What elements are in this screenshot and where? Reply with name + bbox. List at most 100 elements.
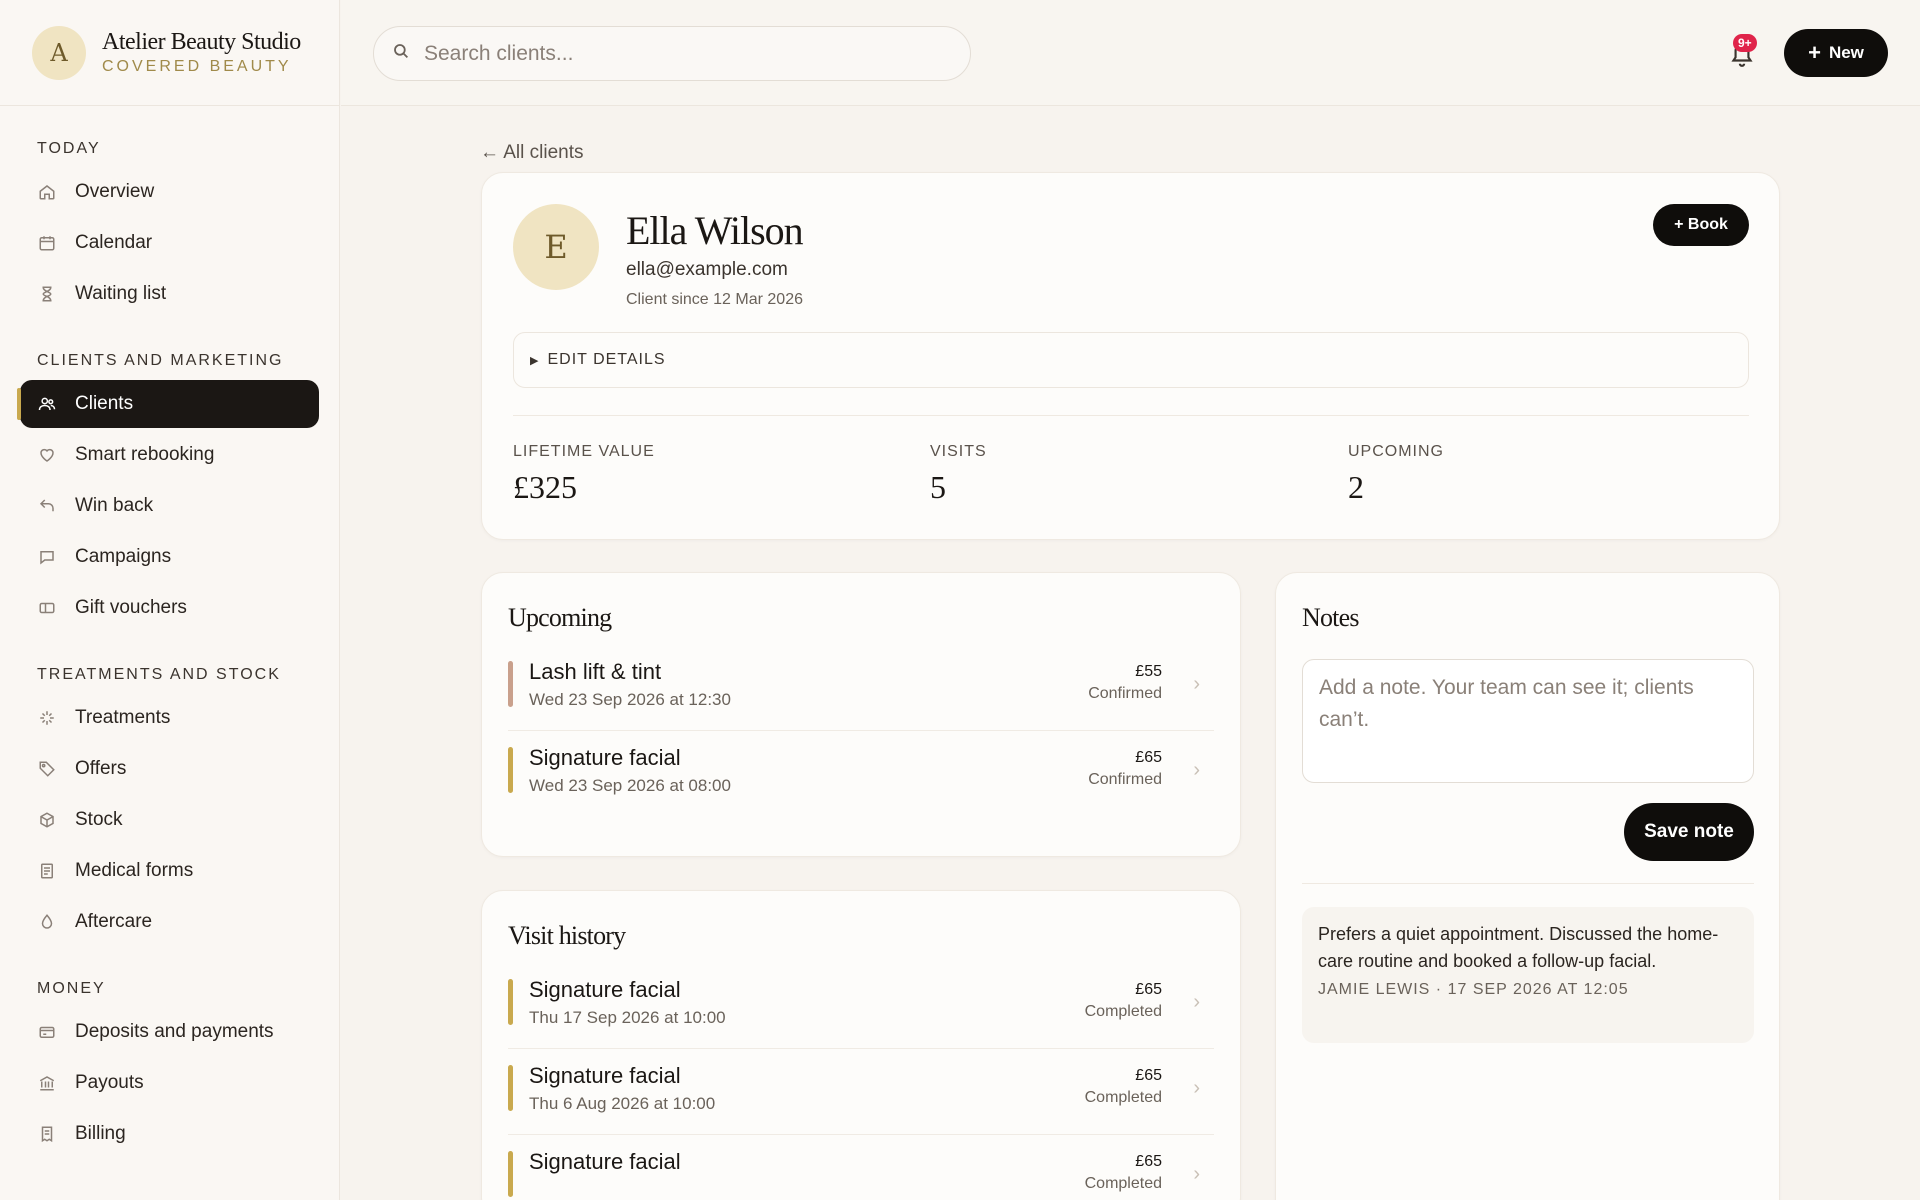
appointment-time: Wed 23 Sep 2026 at 12:30 (529, 690, 731, 709)
list-item[interactable]: Lash lift & tint Wed 23 Sep 2026 at 12:3… (508, 645, 1214, 731)
sidebar-item-medical-forms[interactable]: Medical forms (20, 847, 319, 895)
sidebar-item-label: Treatments (75, 707, 171, 728)
appointment-title: Signature facial (529, 977, 681, 1002)
stat-value: 5 (930, 469, 946, 505)
book-button[interactable]: + Book (1653, 204, 1749, 246)
sidebar-item-win-back[interactable]: Win back (20, 482, 319, 530)
edit-details-label: EDIT DETAILS (547, 351, 666, 368)
sidebar-item-payouts[interactable]: Payouts (20, 1059, 319, 1107)
sidebar-item-waiting-list[interactable]: Waiting list (20, 270, 319, 318)
appointment-price: £65 (1135, 1067, 1162, 1084)
chevron-right-icon: › (1193, 759, 1200, 781)
brand[interactable]: A Atelier Beauty Studio COVERED BEAUTY (0, 0, 339, 106)
calendar-icon (37, 233, 57, 253)
appointment-price: £65 (1135, 749, 1162, 766)
sidebar-item-offers[interactable]: Offers (20, 745, 319, 793)
stat-label: LIFETIME VALUE (513, 443, 655, 460)
brand-avatar: A (32, 25, 86, 80)
stat-lifetime-value: LIFETIME VALUE £325 (513, 443, 655, 506)
sparkle-icon (37, 708, 57, 728)
chevron-right-icon: › (1193, 1077, 1200, 1099)
plus-icon: + (1808, 40, 1821, 65)
chevron-right-icon: › (1193, 991, 1200, 1013)
nav-heading: TREATMENTS AND STOCK (37, 666, 281, 683)
appointment-color-bar (508, 1151, 513, 1197)
client-since: Client since 12 Mar 2026 (626, 291, 803, 308)
all-clients-link[interactable]: ← All clients (480, 142, 583, 164)
sidebar-item-clients[interactable]: Clients (17, 380, 319, 428)
appointment-status: Completed (1084, 1089, 1162, 1106)
nav-heading: TODAY (37, 140, 101, 157)
list-item[interactable]: Signature facial Thu 6 Aug 2026 at 10:00… (508, 1049, 1214, 1135)
sidebar-item-billing[interactable]: Billing (20, 1110, 319, 1158)
stat-label: VISITS (930, 443, 987, 460)
note-meta: JAMIE LEWIS · 17 SEP 2026 AT 12:05 (1318, 981, 1629, 998)
sidebar-item-label: Campaigns (75, 546, 172, 567)
brand-name: Atelier Beauty Studio (102, 29, 301, 55)
appointment-time: Wed 23 Sep 2026 at 08:00 (529, 776, 731, 795)
appointment-price: £55 (1135, 663, 1162, 680)
client-email: ella@example.com (626, 259, 788, 280)
stat-value: £325 (513, 469, 577, 505)
droplet-icon (37, 912, 57, 932)
appointment-status: Completed (1084, 1003, 1162, 1020)
appointment-color-bar (508, 979, 513, 1025)
receipt-icon (37, 1124, 57, 1144)
appointment-price: £65 (1135, 981, 1162, 998)
triangle-right-icon: ▶ (530, 354, 540, 367)
top-header: 9+ + New (341, 0, 1920, 106)
note-item: Prefers a quiet appointment. Discussed t… (1302, 907, 1754, 1043)
sidebar-item-label: Clients (75, 393, 134, 414)
sidebar-item-smart-rebooking[interactable]: Smart rebooking (20, 431, 319, 479)
sidebar-item-label: Billing (75, 1123, 126, 1144)
new-button-label: New (1828, 43, 1864, 62)
search-box[interactable] (373, 26, 971, 81)
sidebar-item-gift-vouchers[interactable]: Gift vouchers (20, 584, 319, 632)
sidebar-item-label: Stock (75, 809, 123, 830)
list-item[interactable]: Signature facial Thu 17 Sep 2026 at 10:0… (508, 963, 1214, 1049)
new-button[interactable]: + New (1784, 29, 1888, 77)
search-input[interactable] (424, 41, 944, 66)
sidebar-item-label: Win back (75, 495, 154, 516)
sidebar-item-overview[interactable]: Overview (20, 168, 319, 216)
sidebar-item-label: Deposits and payments (75, 1021, 274, 1042)
visit-history-card: Visit history Signature facial Thu 17 Se… (481, 890, 1241, 1200)
note-text: Prefers a quiet appointment. Discussed t… (1318, 924, 1719, 971)
notification-badge: 9+ (1733, 34, 1757, 52)
save-note-button[interactable]: Save note (1624, 803, 1754, 861)
sidebar-item-deposits[interactable]: Deposits and payments (20, 1008, 319, 1056)
sidebar-item-label: Payouts (75, 1072, 144, 1093)
nav-section-money: MONEY Deposits and payments Payouts Bill… (0, 980, 339, 1158)
tag-icon (37, 759, 57, 779)
sidebar-item-label: Calendar (75, 232, 153, 253)
list-item[interactable]: Signature facial Wed 23 Sep 2026 at 08:0… (508, 731, 1214, 817)
edit-details-toggle[interactable]: ▶ EDIT DETAILS (513, 332, 1749, 388)
stat-value: 2 (1348, 469, 1364, 505)
hourglass-icon (37, 284, 57, 304)
sidebar-item-stock[interactable]: Stock (20, 796, 319, 844)
note-textarea[interactable] (1302, 659, 1754, 783)
search-icon (392, 42, 410, 65)
appointment-status: Confirmed (1088, 685, 1162, 702)
upcoming-card: Upcoming Lash lift & tint Wed 23 Sep 202… (481, 572, 1241, 857)
heart-icon (37, 445, 57, 465)
sidebar-item-campaigns[interactable]: Campaigns (20, 533, 319, 581)
upcoming-title: Upcoming (508, 603, 612, 632)
nav-section-clients: CLIENTS AND MARKETING Clients Smart rebo… (0, 352, 339, 632)
divider (513, 415, 1749, 416)
nav-heading: CLIENTS AND MARKETING (37, 352, 284, 369)
list-item[interactable]: Signature facial £65 Completed › (508, 1135, 1214, 1200)
stat-visits: VISITS 5 (930, 443, 987, 506)
users-icon (37, 394, 57, 414)
chat-icon (37, 547, 57, 567)
appointment-title: Signature facial (529, 745, 681, 770)
appointment-title: Signature facial (529, 1149, 681, 1174)
sidebar-item-label: Waiting list (75, 283, 167, 304)
sidebar-item-calendar[interactable]: Calendar (20, 219, 319, 267)
sidebar-item-aftercare[interactable]: Aftercare (20, 898, 319, 946)
sidebar-item-treatments[interactable]: Treatments (20, 694, 319, 742)
nav-section-treatments: TREATMENTS AND STOCK Treatments Offers S… (0, 666, 339, 946)
appointment-title: Signature facial (529, 1063, 681, 1088)
client-name: Ella Wilson (626, 208, 804, 253)
client-profile-card: E Ella Wilson ella@example.com Client si… (481, 172, 1780, 540)
